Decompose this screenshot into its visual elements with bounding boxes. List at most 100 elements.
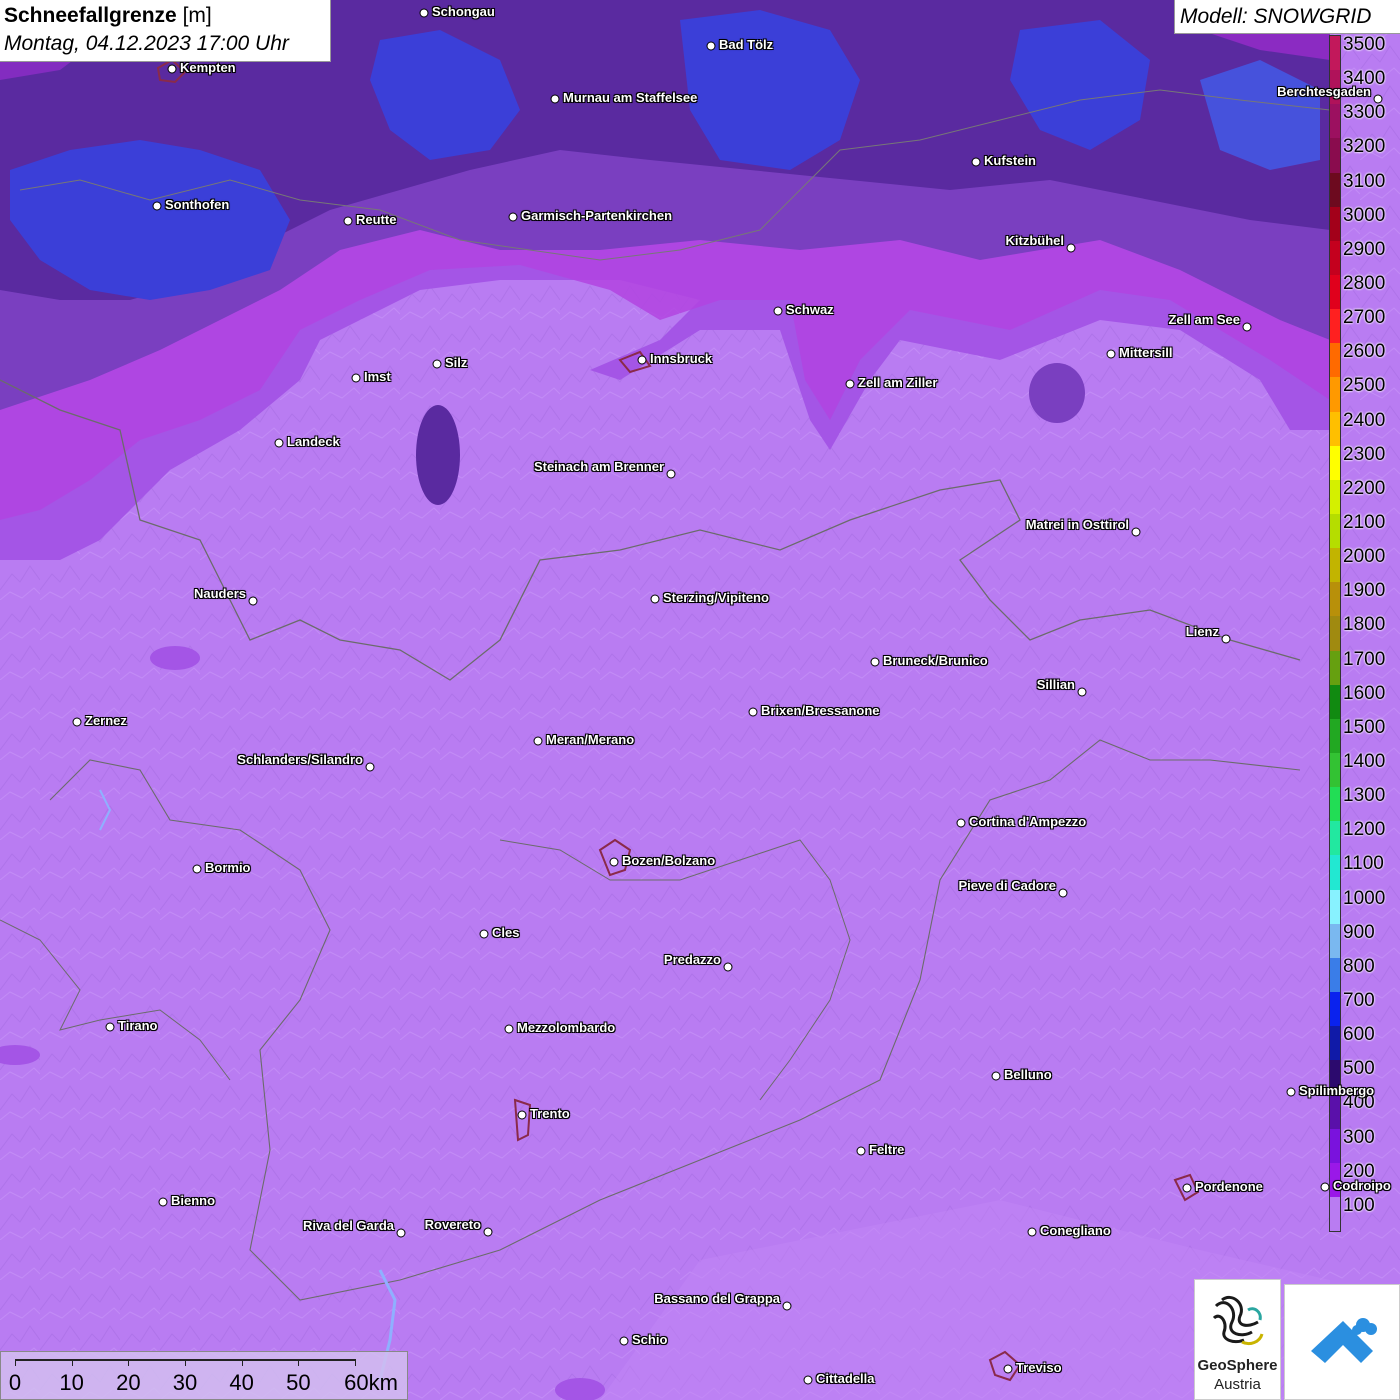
city-marker[interactable] xyxy=(637,355,647,365)
city-label: Lienz xyxy=(1185,624,1219,639)
city-marker[interactable] xyxy=(619,1336,629,1346)
city-label: Feltre xyxy=(869,1142,905,1157)
city-label: Bruneck/Brunico xyxy=(883,653,988,668)
city-marker[interactable] xyxy=(167,64,177,74)
city-marker[interactable] xyxy=(1182,1183,1192,1193)
city-marker[interactable] xyxy=(956,818,966,828)
city-label: Schlanders/Silandro xyxy=(237,752,363,767)
city-marker[interactable] xyxy=(971,157,981,167)
city-marker[interactable] xyxy=(351,373,361,383)
city-marker[interactable] xyxy=(432,359,442,369)
city-marker[interactable] xyxy=(1286,1087,1296,1097)
city-marker[interactable] xyxy=(1077,687,1087,697)
city-marker[interactable] xyxy=(870,657,880,667)
city-marker[interactable] xyxy=(1066,243,1076,253)
city-label: Nauders xyxy=(193,586,246,601)
legend-label: 2300 xyxy=(1343,443,1386,465)
legend-label: 2200 xyxy=(1343,477,1386,499)
parameter-name: Schneefallgrenze xyxy=(4,4,177,27)
city-marker[interactable] xyxy=(508,212,518,222)
city-marker[interactable] xyxy=(105,1022,115,1032)
scale-label: 0 xyxy=(8,1370,22,1395)
city-label: Codroipo xyxy=(1333,1178,1391,1193)
city-marker[interactable] xyxy=(152,201,162,211)
city-marker[interactable] xyxy=(1131,527,1141,537)
scale-bar: 0 10 20 30 40 50 60km xyxy=(0,1351,408,1400)
city-marker[interactable] xyxy=(991,1071,1001,1081)
city-marker[interactable] xyxy=(650,594,660,604)
city-marker[interactable] xyxy=(706,41,716,51)
city-label: Garmisch-Partenkirchen xyxy=(521,208,673,223)
city-label: Zell am Ziller xyxy=(858,375,938,390)
city-marker[interactable] xyxy=(1027,1227,1037,1237)
city-marker[interactable] xyxy=(1242,322,1252,332)
legend-swatch xyxy=(1330,650,1340,685)
legend-swatch xyxy=(1330,479,1340,514)
city-marker[interactable] xyxy=(1003,1364,1013,1374)
city-marker[interactable] xyxy=(396,1228,406,1238)
legend-label: 2900 xyxy=(1343,238,1386,260)
city-marker[interactable] xyxy=(856,1146,866,1156)
legend-label: 1700 xyxy=(1343,648,1386,670)
city-marker[interactable] xyxy=(550,94,560,104)
city-label: Mittersill xyxy=(1119,345,1173,360)
city-marker[interactable] xyxy=(419,8,429,18)
legend-swatch xyxy=(1330,1026,1340,1061)
legend-label: 1800 xyxy=(1343,614,1386,636)
city-marker[interactable] xyxy=(803,1375,813,1385)
legend-label: 1900 xyxy=(1343,580,1386,602)
city-marker[interactable] xyxy=(72,717,82,727)
legend-swatch xyxy=(1330,1196,1340,1231)
legend-swatch xyxy=(1330,752,1340,788)
city-marker[interactable] xyxy=(479,929,489,939)
geosphere-name: GeoSphere xyxy=(1197,1357,1278,1374)
weather-app-logo[interactable] xyxy=(1284,1284,1400,1400)
legend-swatch xyxy=(1330,855,1340,890)
legend-label: 3200 xyxy=(1343,136,1386,158)
city-marker[interactable] xyxy=(365,762,375,772)
city-marker[interactable] xyxy=(517,1110,527,1120)
city-label: Schio xyxy=(632,1332,668,1347)
city-label: Schongau xyxy=(432,4,495,19)
city-marker[interactable] xyxy=(343,216,353,226)
city-marker[interactable] xyxy=(723,962,733,972)
city-label: Cles xyxy=(492,925,520,940)
city-marker[interactable] xyxy=(666,469,676,479)
city-marker[interactable] xyxy=(1373,94,1383,104)
city-label: Zell am See xyxy=(1168,312,1240,327)
legend-swatch xyxy=(1330,821,1340,856)
city-label: Brixen/Bressanone xyxy=(761,703,880,718)
legend-label: 3000 xyxy=(1343,204,1386,226)
city-marker[interactable] xyxy=(274,438,284,448)
city-marker[interactable] xyxy=(845,379,855,389)
city-marker[interactable] xyxy=(504,1024,514,1034)
city-label: Matrei in Osttirol xyxy=(1025,517,1129,532)
legend-swatch xyxy=(1330,138,1340,173)
map-title: Schneefallgrenze [m] Montag, 04.12.2023 … xyxy=(0,0,331,62)
legend-swatch xyxy=(1330,240,1340,275)
city-marker[interactable] xyxy=(533,736,543,746)
city-marker[interactable] xyxy=(1058,888,1068,898)
city-marker[interactable] xyxy=(782,1301,792,1311)
city-marker[interactable] xyxy=(1320,1182,1330,1192)
scale-label: 50 xyxy=(286,1370,311,1395)
city-marker[interactable] xyxy=(609,857,619,867)
scale-label: 60km xyxy=(344,1370,398,1395)
geosphere-logo[interactable]: GeoSphere Austria xyxy=(1194,1279,1281,1400)
city-label: Spilimbergo xyxy=(1299,1083,1375,1098)
geosphere-logo-icon xyxy=(1212,1295,1264,1346)
city-marker[interactable] xyxy=(158,1197,168,1207)
city-marker[interactable] xyxy=(748,707,758,717)
city-marker[interactable] xyxy=(192,864,202,874)
city-marker[interactable] xyxy=(1221,634,1231,644)
scale-label: 10 xyxy=(59,1370,84,1395)
legend-swatch xyxy=(1330,104,1340,139)
city-marker[interactable] xyxy=(1106,349,1116,359)
city-marker[interactable] xyxy=(773,306,783,316)
legend-label: 1000 xyxy=(1343,887,1386,909)
legend-label: 2700 xyxy=(1343,307,1386,329)
city-label: Sterzing/Vipiteno xyxy=(663,590,769,605)
city-marker[interactable] xyxy=(248,596,258,606)
city-marker[interactable] xyxy=(483,1227,493,1237)
legend-label: 1400 xyxy=(1343,751,1386,772)
